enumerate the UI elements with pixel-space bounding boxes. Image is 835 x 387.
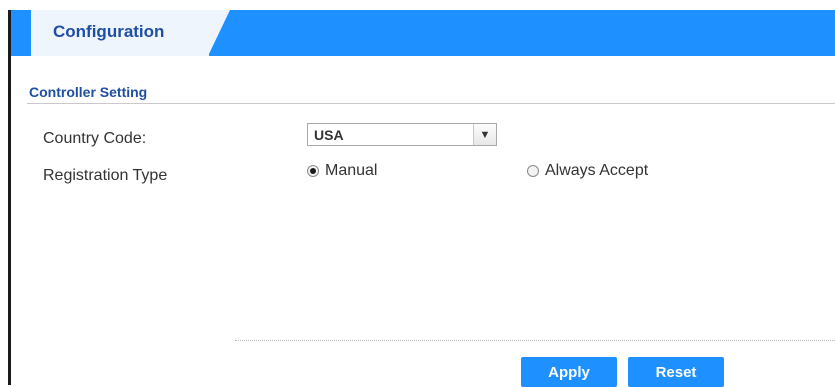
- tab-slant: [208, 10, 230, 56]
- footer-divider: [235, 340, 835, 341]
- tab-configuration[interactable]: Configuration: [31, 10, 231, 56]
- reset-button[interactable]: Reset: [628, 357, 724, 387]
- radio-manual-button[interactable]: [307, 165, 319, 177]
- tab-label: Configuration: [53, 22, 165, 41]
- registration-type-label: Registration Type: [43, 167, 168, 184]
- radio-always-accept[interactable]: Always Accept: [527, 162, 648, 180]
- country-code-select[interactable]: USA ▼: [307, 123, 497, 146]
- country-code-label: Country Code:: [43, 130, 147, 147]
- radio-manual[interactable]: Manual: [307, 162, 377, 180]
- chevron-down-icon[interactable]: ▼: [473, 124, 496, 145]
- country-code-value: USA: [314, 127, 344, 143]
- section-title: Controller Setting: [29, 84, 148, 100]
- tab-bar: Configuration: [11, 10, 835, 56]
- radio-always-accept-button[interactable]: [527, 165, 539, 177]
- config-panel: Configuration Controller Setting Country…: [8, 10, 835, 387]
- section-divider: [27, 103, 835, 104]
- radio-manual-label: Manual: [325, 162, 378, 179]
- radio-always-accept-label: Always Accept: [545, 162, 649, 179]
- apply-button[interactable]: Apply: [521, 357, 617, 387]
